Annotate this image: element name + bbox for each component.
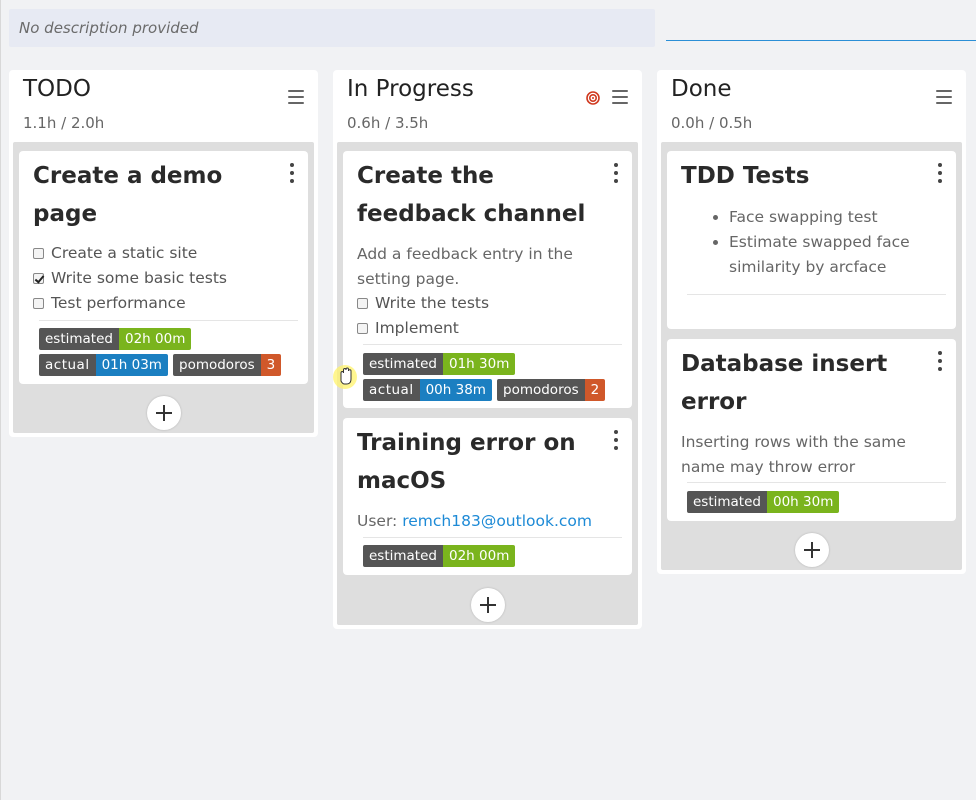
- checkbox[interactable]: [33, 297, 44, 309]
- checkbox[interactable]: [357, 322, 368, 334]
- column-in-progress: In Progress 0.6h / 3.5h Create the feedb…: [333, 70, 642, 629]
- card-title: Create the feedback channel: [357, 163, 586, 227]
- card-title: TDD Tests: [681, 163, 810, 189]
- card-title: Create a demo page: [33, 163, 223, 227]
- actual-badge: actual 01h 03m: [39, 354, 168, 376]
- card-create-feedback-channel[interactable]: Create the feedback channel Add a feedba…: [343, 151, 632, 408]
- pomodoros-badge: pomodoros 3: [173, 354, 282, 376]
- card-description: User: remch183@outlook.com: [357, 512, 592, 530]
- card-database-insert-error[interactable]: Database insert error Inserting rows wit…: [667, 339, 956, 521]
- card-more-icon[interactable]: [614, 430, 618, 454]
- column-menu-icon[interactable]: [288, 90, 304, 104]
- column-title: TODO: [23, 76, 91, 102]
- card-create-demo-page[interactable]: Create a demo page Create a static site …: [19, 151, 308, 384]
- estimated-badge: estimated 00h 30m: [687, 491, 840, 513]
- column-todo: TODO 1.1h / 2.0h Create a demo page Crea…: [9, 70, 318, 437]
- card-divider: [687, 294, 946, 295]
- checklist-item[interactable]: Test performance: [33, 294, 186, 312]
- checklist-item[interactable]: Create a static site: [33, 244, 197, 262]
- card-divider: [363, 537, 622, 538]
- card-tdd-tests[interactable]: TDD Tests Face swapping test Estimate sw…: [667, 151, 956, 329]
- estimated-badge: estimated 02h 00m: [363, 545, 516, 567]
- card-bullet-list: Face swapping test Estimate swapped face…: [707, 205, 946, 280]
- kanban-board: No description provided TODO 1.1h / 2.0h…: [0, 0, 976, 800]
- card-more-icon[interactable]: [290, 163, 294, 187]
- column-card-list: Create a demo page Create a static site …: [13, 142, 314, 433]
- estimated-badge: estimated 01h 30m: [363, 353, 516, 375]
- actual-badge: actual 00h 38m: [363, 379, 492, 401]
- column-hours: 0.6h / 3.5h: [347, 114, 429, 132]
- card-title: Training error on macOS: [357, 430, 576, 494]
- estimated-badge: estimated 02h 00m: [39, 328, 192, 350]
- pomodoros-badge: pomodoros 2: [497, 379, 606, 401]
- column-card-list: Create the feedback channel Add a feedba…: [337, 142, 638, 625]
- column-menu-icon[interactable]: [612, 90, 628, 104]
- checkbox[interactable]: [33, 247, 44, 259]
- column-done: Done 0.0h / 0.5h TDD Tests Face swapping…: [657, 70, 966, 574]
- card-more-icon[interactable]: [938, 351, 942, 375]
- card-description: Add a feedback entry in the setting page…: [357, 245, 573, 288]
- hand-cursor-icon: [333, 365, 357, 389]
- card-training-error-macos[interactable]: Training error on macOS User: remch183@o…: [343, 418, 632, 575]
- user-email-link[interactable]: remch183@outlook.com: [402, 512, 592, 530]
- card-divider: [363, 344, 622, 345]
- card-title: Database insert error: [681, 351, 888, 415]
- target-icon[interactable]: [586, 91, 600, 105]
- list-item: Estimate swapped facesimilarity by arcfa…: [729, 230, 946, 280]
- list-item: Face swapping test: [729, 205, 946, 230]
- column-title: Done: [671, 76, 732, 102]
- card-more-icon[interactable]: [614, 163, 618, 187]
- column-hours: 0.0h / 0.5h: [671, 114, 753, 132]
- add-card-button[interactable]: [146, 396, 181, 430]
- checklist-item[interactable]: Write the tests: [357, 294, 489, 312]
- checklist-item[interactable]: Write some basic tests: [33, 269, 227, 287]
- column-card-list: TDD Tests Face swapping test Estimate sw…: [661, 142, 962, 570]
- column-title: In Progress: [347, 76, 474, 102]
- add-card-button[interactable]: [470, 588, 505, 622]
- card-divider: [687, 482, 946, 483]
- checkbox[interactable]: [357, 297, 368, 309]
- input-focus-underline: [666, 40, 976, 41]
- board-description-input[interactable]: No description provided: [9, 9, 655, 47]
- column-menu-icon[interactable]: [936, 90, 952, 104]
- add-card-button[interactable]: [794, 533, 829, 567]
- checklist-item[interactable]: Implement: [357, 319, 459, 337]
- checkbox-checked[interactable]: [33, 272, 44, 284]
- column-hours: 1.1h / 2.0h: [23, 114, 105, 132]
- card-divider: [39, 320, 298, 321]
- card-description: Inserting rows with the same name may th…: [681, 433, 906, 476]
- card-more-icon[interactable]: [938, 163, 942, 187]
